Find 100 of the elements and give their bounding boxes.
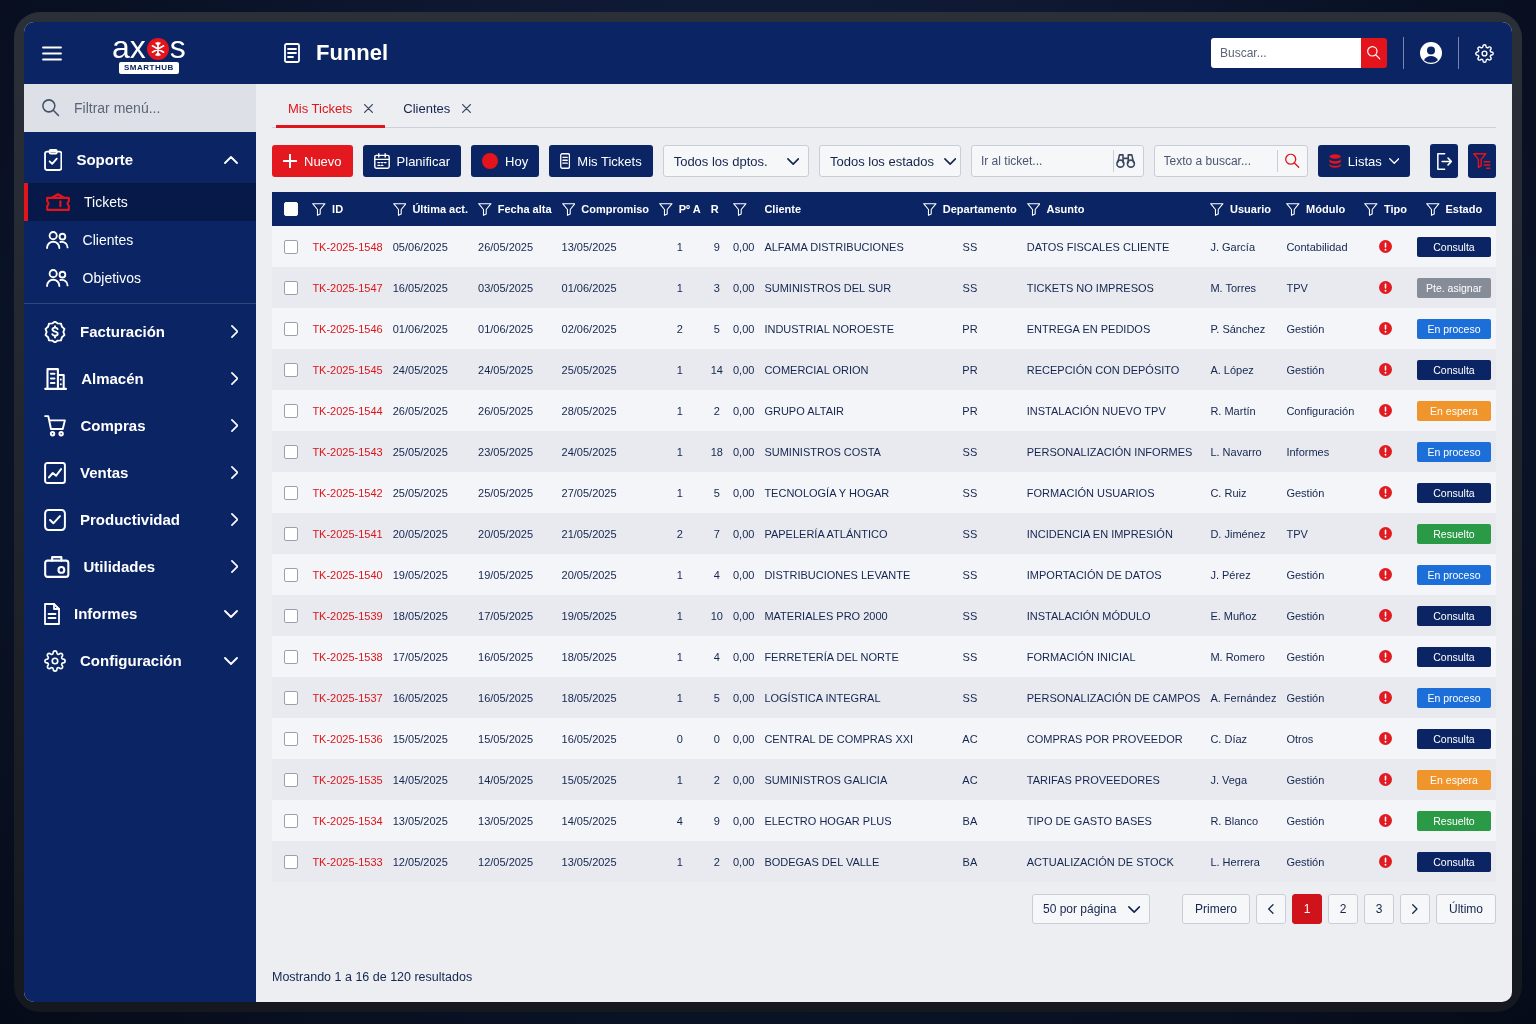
toolbar-button[interactable]: Hoy (471, 145, 540, 177)
ticket-id-link[interactable]: TK-2025-1540 (312, 568, 383, 581)
menu-item[interactable]: Tickets (24, 183, 256, 221)
row-checkbox[interactable] (284, 690, 298, 705)
first-page-button[interactable]: Primero (1181, 894, 1250, 924)
filter-icon[interactable] (392, 202, 407, 216)
row-checkbox[interactable] (284, 321, 298, 336)
filter-icon[interactable] (1286, 202, 1301, 216)
ticket-id-link[interactable]: TK-2025-1545 (312, 363, 383, 376)
tab[interactable]: Clientes (391, 101, 484, 128)
search-icon[interactable] (1284, 153, 1300, 169)
previous-page-button[interactable] (1256, 894, 1286, 924)
page-button[interactable]: 2 (1328, 894, 1358, 924)
table-row[interactable]: TK-2025-1542 25/05/2025 25/05/2025 27/05/2025 1 5 0,00 TECNOLOGÍA Y HOGAR SS FORMACIÓN USUARIOS C. Ruiz Gestión Consulta (272, 472, 1496, 513)
ticket-id-link[interactable]: TK-2025-1542 (312, 486, 383, 499)
department-select[interactable]: Todos los dptos. (662, 145, 809, 177)
table-row[interactable]: TK-2025-1535 14/05/2025 14/05/2025 15/05/2025 1 2 0,00 SUMINISTROS GALICIA AC TARIFAS PROVEEDORES J. Vega Gestión En espera (272, 759, 1496, 800)
row-checkbox[interactable] (284, 649, 298, 664)
ticket-id-link[interactable]: TK-2025-1543 (312, 445, 383, 458)
ticket-id-link[interactable]: TK-2025-1541 (312, 527, 383, 540)
menu-item[interactable]: Productividad (24, 496, 256, 543)
select-all-checkbox[interactable] (284, 202, 298, 216)
close-icon[interactable] (462, 104, 472, 113)
menu-item[interactable]: Compras (24, 402, 256, 449)
row-checkbox[interactable] (284, 403, 298, 418)
search-field[interactable]: Buscar... (1211, 38, 1361, 68)
menu-item[interactable]: Objetivos (24, 259, 256, 297)
filter-icon[interactable] (1026, 202, 1041, 216)
menu-item[interactable]: Utilidades (24, 543, 256, 590)
ticket-id-link[interactable]: TK-2025-1537 (312, 691, 383, 704)
filter-icon[interactable] (1364, 202, 1378, 216)
table-row[interactable]: TK-2025-1539 18/05/2025 17/05/2025 19/05/2025 1 10 0,00 MATERIALES PRO 2000 SS INSTALACIÓN MÓDULO E. Muñoz Gestión Consulta (272, 595, 1496, 636)
table-row[interactable]: TK-2025-1546 01/06/2025 01/06/2025 02/06/2025 2 5 0,00 INDUSTRIAL NOROESTE PR ENTREGA EN PEDIDOS P. Sánchez Gestión En proceso (272, 308, 1496, 349)
table-row[interactable]: TK-2025-1538 17/05/2025 16/05/2025 18/05/2025 1 4 0,00 FERRETERÍA DEL NORTE SS FORMACIÓN INICIAL M. Romero Gestión Consulta (272, 636, 1496, 677)
table-row[interactable]: TK-2025-1543 25/05/2025 23/05/2025 24/05/2025 1 18 0,00 SUMINISTROS COSTA SS PERSONALIZACIÓN INFORMES L. Navarro Informes En proceso (272, 431, 1496, 472)
text-search-field[interactable]: Texto a buscar... (1153, 145, 1308, 177)
menu-item[interactable]: Clientes (24, 221, 256, 259)
row-checkbox[interactable] (284, 813, 298, 828)
next-page-button[interactable] (1400, 894, 1430, 924)
ticket-id-link[interactable]: TK-2025-1539 (312, 609, 383, 622)
menu-item[interactable]: Ventas (24, 449, 256, 496)
table-row[interactable]: TK-2025-1540 19/05/2025 19/05/2025 20/05/2025 1 4 0,00 DISTRIBUCIONES LEVANTE SS IMPORTACIÓN DE DATOS J. Pérez Gestión En proceso (272, 554, 1496, 595)
page-button[interactable]: 1 (1292, 894, 1322, 924)
table-row[interactable]: TK-2025-1541 20/05/2025 20/05/2025 21/05/2025 2 7 0,00 PAPELERÍA ATLÁNTICO SS INCIDENCIA EN IMPRESIÓN D. Jiménez TPV Resuelto (272, 513, 1496, 554)
ticket-id-link[interactable]: TK-2025-1544 (312, 404, 383, 417)
per-page-select[interactable]: 50 por página (1031, 894, 1150, 924)
ticket-id-link[interactable]: TK-2025-1538 (312, 650, 383, 663)
lists-button[interactable]: Listas (1317, 145, 1411, 177)
row-checkbox[interactable] (284, 444, 298, 459)
menu-item[interactable]: Almacén (24, 355, 256, 402)
row-checkbox[interactable] (284, 731, 298, 746)
table-row[interactable]: TK-2025-1537 16/05/2025 16/05/2025 18/05/2025 1 5 0,00 LOGÍSTICA INTEGRAL SS PERSONALIZACIÓN DE CAMPOS A. Fernández Gestión En proceso (272, 677, 1496, 718)
tab[interactable]: Mis Tickets (276, 101, 386, 128)
toolbar-button[interactable]: Planificar (362, 145, 462, 177)
filter-icon[interactable] (312, 202, 327, 216)
search-button[interactable] (1361, 38, 1387, 68)
table-row[interactable]: TK-2025-1534 13/05/2025 13/05/2025 14/05/2025 4 9 0,00 ELECTRO HOGAR PLUS BA TIPO DE GASTO BASES R. Blanco Gestión Resuelto (272, 800, 1496, 841)
binoculars-icon[interactable] (1116, 154, 1136, 168)
table-row[interactable]: TK-2025-1548 05/06/2025 26/05/2025 13/05/2025 1 9 0,00 ALFAMA DISTRIBUCIONES SS DATOS FISCALES CLIENTE J. García Contabilidad Consulta (272, 226, 1496, 267)
row-checkbox[interactable] (284, 526, 298, 541)
toolbar-button[interactable]: Mis Tickets (549, 145, 653, 177)
filter-icon[interactable] (1210, 202, 1225, 216)
settings-icon[interactable] (1475, 43, 1494, 63)
close-icon[interactable] (364, 104, 374, 113)
filter-icon[interactable] (561, 202, 576, 216)
ticket-field[interactable]: Ir al ticket... (970, 145, 1144, 177)
row-checkbox[interactable] (284, 485, 298, 500)
filter-icon[interactable] (478, 202, 492, 216)
row-checkbox[interactable] (284, 608, 298, 623)
ticket-id-link[interactable]: TK-2025-1536 (312, 732, 383, 745)
filter-icon[interactable] (923, 202, 937, 216)
row-checkbox[interactable] (284, 280, 298, 295)
menu-filter-field[interactable]: Filtrar menú... (24, 84, 256, 132)
menu-item[interactable]: Soporte (24, 136, 256, 183)
filter-icon[interactable] (1425, 202, 1440, 216)
toolbar-button[interactable]: Nuevo (272, 145, 353, 177)
ticket-id-link[interactable]: TK-2025-1547 (312, 281, 383, 294)
clear-filters-button[interactable] (1468, 144, 1496, 178)
table-row[interactable]: TK-2025-1533 12/05/2025 12/05/2025 13/05/2025 1 2 0,00 BODEGAS DEL VALLE BA ACTUALIZACIÓN DE STOCK L. Herrera Gestión Consulta (272, 841, 1496, 882)
row-checkbox[interactable] (284, 772, 298, 787)
menu-icon[interactable] (42, 45, 62, 61)
table-row[interactable]: TK-2025-1544 26/05/2025 26/05/2025 28/05/2025 1 2 0,00 GRUPO ALTAIR PR INSTALACIÓN NUEVO TPV R. Martín Configuración En espera (272, 390, 1496, 431)
menu-item[interactable]: Informes (24, 590, 256, 637)
user-icon[interactable] (1420, 42, 1442, 64)
page-button[interactable]: 3 (1364, 894, 1394, 924)
menu-item[interactable]: Facturación (24, 308, 256, 355)
row-checkbox[interactable] (284, 362, 298, 377)
ticket-id-link[interactable]: TK-2025-1535 (312, 773, 383, 786)
table-row[interactable]: TK-2025-1536 15/05/2025 15/05/2025 16/05/2025 0 0 0,00 CENTRAL DE COMPRAS XXI AC COMPRAS POR PROVEEDOR C. Díaz Otros Consulta (272, 718, 1496, 759)
ticket-id-link[interactable]: TK-2025-1548 (312, 240, 383, 253)
export-button[interactable] (1430, 144, 1459, 178)
menu-item[interactable]: Configuración (24, 637, 256, 684)
ticket-id-link[interactable]: TK-2025-1546 (312, 322, 383, 335)
filter-icon[interactable] (659, 202, 673, 216)
last-page-button[interactable]: Último (1436, 894, 1496, 924)
ticket-id-link[interactable]: TK-2025-1533 (312, 855, 383, 868)
status-select[interactable]: Todos los estados (818, 145, 961, 177)
filter-icon[interactable] (732, 202, 747, 216)
ticket-id-link[interactable]: TK-2025-1534 (312, 814, 383, 827)
row-checkbox[interactable] (284, 854, 298, 869)
